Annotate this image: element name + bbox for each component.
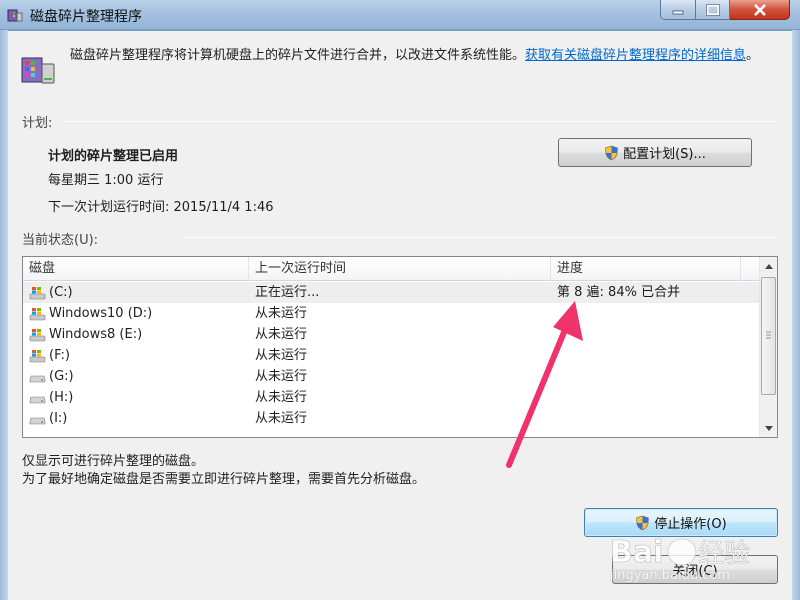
intro-text: 磁盘碎片整理程序将计算机硬盘上的碎片文件进行合并，以改进文件系统性能。获取有关磁… [70, 46, 770, 66]
disk-name: (F:) [49, 348, 70, 363]
current-status-label: 当前状态(U): [22, 233, 99, 248]
next-run-time: 下一次计划运行时间: 2015/11/4 1:46 [48, 200, 274, 215]
schedule-status: 计划的碎片整理已启用 [48, 149, 179, 164]
window-title: 磁盘碎片整理程序 [30, 9, 142, 25]
defrag-program-icon [21, 57, 55, 84]
schedule-separator [64, 121, 778, 122]
disk-row[interactable]: (G:) 从未运行 [23, 366, 759, 387]
disk-last-run: 从未运行 [255, 390, 308, 405]
scroll-up-icon [765, 263, 773, 269]
disk-row[interactable]: (I:) 从未运行 [23, 408, 759, 429]
disk-list[interactable]: 磁盘 上一次运行时间 进度 (C:) 正在运行... 第 8 遍: 84% 已合… [22, 256, 778, 438]
annotation-arrow [506, 301, 583, 468]
configure-schedule-button[interactable]: 配置计划(S)... [558, 138, 752, 167]
disk-name: Windows10 (D:) [49, 306, 153, 321]
close-icon [753, 3, 766, 16]
disk-name: (I:) [49, 411, 68, 426]
disk-row[interactable]: (C:) 正在运行... 第 8 遍: 84% 已合并 [23, 282, 759, 303]
disk-name: (C:) [49, 285, 73, 300]
disk-last-run: 从未运行 [255, 411, 308, 426]
note-defrag-disks-only: 仅显示可进行碎片整理的磁盘。 [22, 454, 205, 469]
disk-last-run: 正在运行... [255, 285, 320, 300]
windows-drive-icon [29, 329, 46, 342]
minimize-button[interactable] [660, 0, 696, 20]
disk-name: (G:) [49, 369, 74, 384]
hard-drive-icon [29, 396, 46, 404]
scroll-down-button[interactable] [760, 419, 777, 437]
column-header-disk[interactable]: 磁盘 [23, 257, 249, 281]
intro-suffix: 。 [746, 48, 760, 63]
minimize-icon [672, 10, 684, 14]
column-header-progress[interactable]: 进度 [551, 257, 741, 281]
scroll-up-button[interactable] [760, 257, 777, 275]
defrag-app-icon [7, 9, 23, 22]
note-analyze-first: 为了最好地确定磁盘是否需要立即进行碎片整理，需要首先分析磁盘。 [22, 472, 426, 487]
disk-row[interactable]: Windows8 (E:) 从未运行 [23, 324, 759, 345]
status-separator [182, 237, 778, 238]
close-window-button[interactable] [730, 0, 790, 20]
windows-drive-icon [29, 308, 46, 321]
disk-list-scrollbar[interactable] [759, 257, 777, 437]
intro-description: 磁盘碎片整理程序将计算机硬盘上的碎片文件进行合并，以改进文件系统性能。 [70, 48, 526, 63]
more-info-link[interactable]: 获取有关磁盘碎片整理程序的详细信息 [525, 48, 746, 63]
disk-last-run: 从未运行 [255, 348, 308, 363]
disk-last-run: 从未运行 [255, 369, 308, 384]
uac-shield-icon [636, 515, 650, 530]
disk-row[interactable]: Windows10 (D:) 从未运行 [23, 303, 759, 324]
hard-drive-icon [29, 417, 46, 425]
stop-operation-button[interactable]: 停止操作(O) [584, 508, 778, 537]
windows-drive-icon [29, 287, 46, 300]
disk-last-run: 从未运行 [255, 327, 308, 342]
close-button[interactable]: 关闭(C) [612, 555, 778, 584]
scroll-down-icon [765, 425, 773, 431]
window-frame-right [792, 30, 800, 600]
schedule-frequency: 每星期三 1:00 运行 [48, 173, 164, 188]
scrollbar-thumb[interactable] [761, 277, 776, 395]
close-button-label: 关闭(C) [672, 564, 718, 579]
disk-last-run: 从未运行 [255, 306, 308, 321]
hard-drive-icon [29, 375, 46, 383]
disk-name: Windows8 (E:) [49, 327, 143, 342]
uac-shield-icon [605, 145, 618, 160]
schedule-section-label: 计划: [22, 116, 53, 131]
stop-operation-label: 停止操作(O) [654, 517, 727, 532]
windows-drive-icon [29, 350, 46, 363]
grip-icon [766, 331, 771, 339]
disk-name: (H:) [49, 390, 74, 405]
disk-row[interactable]: (H:) 从未运行 [23, 387, 759, 408]
disk-list-header: 磁盘 上一次运行时间 进度 [23, 257, 759, 281]
maximize-icon [705, 3, 720, 16]
column-header-last-run[interactable]: 上一次运行时间 [249, 257, 551, 281]
configure-schedule-label: 配置计划(S)... [623, 147, 706, 162]
maximize-button[interactable] [696, 0, 730, 20]
disk-row[interactable]: (F:) 从未运行 [23, 345, 759, 366]
window-frame-left [0, 30, 8, 600]
title-bar[interactable]: 磁盘碎片整理程序 [0, 0, 800, 30]
